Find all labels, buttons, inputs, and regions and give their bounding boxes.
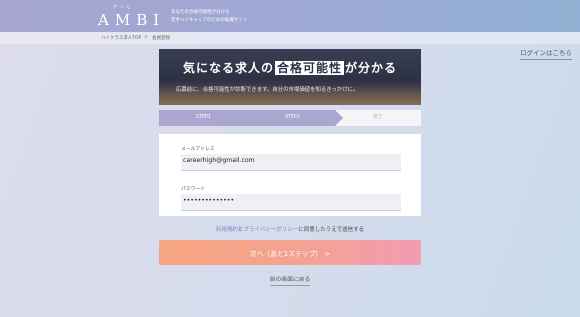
- registration-form: メールアドレス パスワード: [159, 134, 421, 216]
- privacy-policy-link[interactable]: プライバシーポリシー: [243, 227, 298, 233]
- email-field[interactable]: [183, 157, 393, 164]
- password-label: パスワード: [181, 187, 205, 192]
- banner-title-highlight: 合格可能性: [275, 61, 345, 75]
- banner-title-after: が分かる: [345, 61, 398, 75]
- breadcrumb-home-link[interactable]: ハイクラス求人TOP: [101, 35, 141, 41]
- breadcrumb-separator: >: [144, 35, 148, 40]
- password-field[interactable]: [183, 197, 393, 204]
- step-3: 完了: [335, 110, 421, 126]
- banner-subtitle: 応募前に、合格可能性が診断できます。自分の市場価値を知るきっかけに。: [176, 87, 359, 93]
- step-3-label: 完了: [373, 115, 383, 120]
- email-label: メールアドレス: [181, 147, 215, 152]
- back-link-wrapper: 前の画面に戻る: [0, 274, 580, 286]
- ambi-logo[interactable]: アンビ AMBI: [98, 4, 166, 29]
- breadcrumb: ハイクラス求人TOP > 会員登録: [0, 32, 580, 44]
- password-field-wrapper: [181, 194, 401, 211]
- step-1: STEP1: [159, 110, 251, 126]
- logo-ruby: アンビ: [113, 4, 134, 9]
- site-header: アンビ AMBI あなたの合格可能性が分かる 若手ハイキャリアのための転職サイト: [0, 0, 580, 32]
- agreement-rest: に同意したうえで送信する: [298, 227, 365, 233]
- terms-link[interactable]: 利用規約: [216, 227, 238, 233]
- tagline-line-1: あなたの合格可能性が分かる: [171, 10, 230, 15]
- tagline-line-2: 若手ハイキャリアのための転職サイト: [171, 18, 248, 23]
- email-field-wrapper: [181, 154, 401, 171]
- site-tagline: あなたの合格可能性が分かる 若手ハイキャリアのための転職サイト: [171, 9, 247, 25]
- login-link[interactable]: ログインはこちら: [520, 47, 572, 60]
- breadcrumb-current: 会員登録: [152, 36, 170, 41]
- step-2-label: STEP2: [285, 115, 300, 120]
- banner-title-before: 気になる求人の: [183, 61, 275, 75]
- hero-banner: 気になる求人の 合格可能性 が分かる 応募前に、合格可能性が診断できます。自分の市場…: [159, 49, 421, 105]
- back-link[interactable]: 前の画面に戻る: [269, 277, 311, 286]
- step-1-label: STEP1: [196, 115, 211, 120]
- logo-text: AMBI: [98, 11, 166, 29]
- next-step-button-label: 次へ（あと1ステップ） >: [249, 249, 331, 258]
- next-step-button[interactable]: 次へ（あと1ステップ） >: [159, 240, 421, 265]
- step-2: STEP2: [251, 110, 335, 126]
- agreement-text: 利用規約とプライバシーポリシーに同意したうえで送信する: [0, 225, 580, 233]
- banner-title: 気になる求人の 合格可能性 が分かる: [183, 59, 397, 76]
- step-progress: STEP1 STEP2 完了: [159, 110, 421, 126]
